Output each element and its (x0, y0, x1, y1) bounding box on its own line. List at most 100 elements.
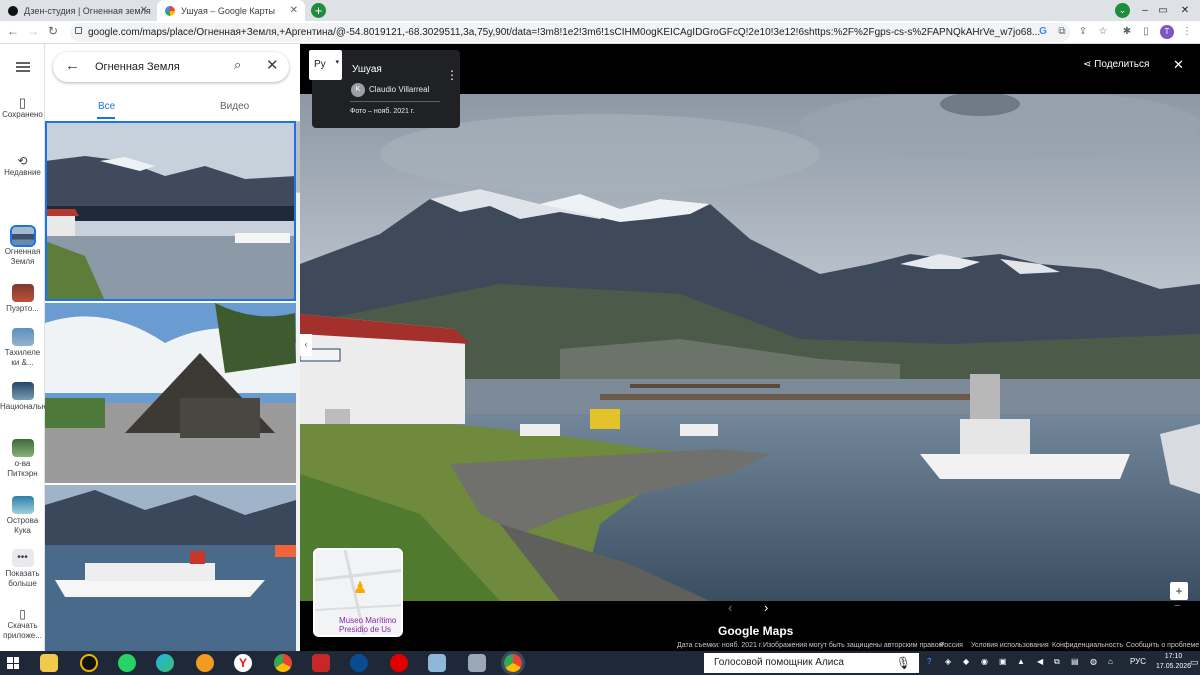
help-icon[interactable]: ? (927, 657, 931, 666)
report-problem-link[interactable]: Сообщить о проблеме (1126, 642, 1199, 649)
rail-item-tahilele[interactable]: Тахилеле ки &... (0, 328, 45, 368)
menu-dots-icon[interactable]: ⋮ (1180, 25, 1194, 39)
tray-icon[interactable]: ▣ (999, 657, 1007, 666)
bookmark-star-icon[interactable]: ☆ (1096, 25, 1110, 39)
photo-thumb-church[interactable] (45, 303, 296, 483)
image-type-button[interactable]: Ру ▾ (309, 50, 342, 80)
back-arrow-icon[interactable]: ← (65, 57, 80, 74)
app-icon[interactable] (428, 654, 446, 672)
share-button[interactable]: ⋖ Поделиться (1083, 59, 1149, 70)
rail-item-saved[interactable]: ▯ Сохранено (0, 96, 45, 120)
pegman-icon[interactable]: ♟ (353, 578, 367, 598)
whatsapp-icon[interactable] (118, 654, 136, 672)
maps-rail: ▯ Сохранено ⟲ Недавние Огненная Земля Пу… (0, 44, 63, 651)
rail-item-more[interactable]: ••• Показать больше (0, 549, 45, 589)
chrome-icon[interactable] (274, 654, 292, 672)
country-link[interactable]: Россия (940, 642, 963, 649)
photo-thumb-cruise-ship[interactable] (45, 485, 296, 651)
rail-label: Сохранено (2, 110, 43, 119)
edge-icon[interactable] (156, 654, 174, 672)
app-icon[interactable] (350, 654, 368, 672)
windows-start-icon[interactable] (7, 657, 19, 669)
app-icon[interactable] (196, 654, 214, 672)
photo-viewer: Ушуая ⋮ K Claudio Villarreal Фото – нояб… (300, 44, 1200, 651)
close-window-button[interactable]: ✕ (1170, 0, 1200, 21)
chrome-active-icon[interactable] (501, 651, 525, 675)
file-explorer-icon[interactable] (40, 654, 58, 672)
browser-tab-strip: Дзен-студия | Огненная земля ✕ Ушуая – G… (0, 0, 1200, 21)
profile-avatar[interactable]: T (1160, 25, 1174, 39)
previous-arrow-icon[interactable]: ‹ (728, 600, 732, 615)
search-input[interactable]: Огненная Земля (95, 61, 180, 73)
search-box[interactable]: ← Огненная Земля ⌕ ✕ (53, 52, 289, 82)
app-icon[interactable] (80, 654, 98, 672)
tray-icon[interactable]: ⌂ (1108, 657, 1113, 666)
notifications-icon[interactable]: ▭ (1190, 657, 1199, 668)
back-arrow-icon[interactable]: ← (5, 24, 21, 38)
close-viewer-icon[interactable]: ✕ (1173, 57, 1184, 73)
volume-icon[interactable]: ◀ (1037, 657, 1043, 666)
tray-icon[interactable]: ◍ (1090, 657, 1097, 666)
opera-icon[interactable] (390, 654, 408, 672)
collapse-panel-button[interactable]: ‹ (300, 334, 312, 356)
mini-map[interactable]: ♟ Museo Marítimo Presidio de Us (313, 548, 403, 637)
tray-icon[interactable]: ◆ (963, 657, 969, 666)
street-photo[interactable] (300, 94, 1200, 601)
rail-item-pitcairn[interactable]: о-ва Питкэрн (0, 439, 45, 479)
app-icon[interactable] (312, 654, 330, 672)
google-lens-icon[interactable]: G (1036, 25, 1050, 39)
next-arrow-icon[interactable]: › (764, 600, 768, 615)
author-avatar[interactable]: K (351, 83, 365, 97)
privacy-link[interactable]: Конфиденциальность (1052, 642, 1123, 649)
close-icon[interactable]: ✕ (266, 56, 279, 74)
new-tab-button[interactable]: + (311, 3, 326, 18)
zoom-in-button[interactable]: + (1170, 582, 1188, 600)
reload-icon[interactable]: ↻ (45, 24, 61, 38)
voice-assistant-box[interactable]: Голосовой помощник Алиса 🎙 (704, 653, 919, 673)
rail-item-national[interactable]: Национальный... (0, 382, 63, 412)
translate-icon[interactable]: ⧉ (1055, 25, 1069, 39)
lock-icon[interactable] (75, 27, 82, 34)
tab-close-icon[interactable]: ✕ (290, 5, 298, 16)
tab-dzen[interactable]: Дзен-студия | Огненная земля ✕ (0, 0, 155, 21)
rail-item-download-app[interactable]: ▯ Скачать приложе... (0, 607, 45, 641)
sidepanel-icon[interactable]: ▯ (1139, 25, 1153, 39)
place-thumb (11, 382, 34, 400)
extensions-icon[interactable]: ✱ (1120, 25, 1134, 39)
forward-arrow-icon[interactable]: → (25, 24, 41, 38)
tray-icon[interactable]: ⧉ (1054, 657, 1060, 667)
zoom-out-button[interactable]: − (1174, 600, 1180, 612)
address-bar[interactable]: google.com/maps/place/Огненная+Земля,+Ар… (70, 23, 1070, 42)
search-icon[interactable]: ⌕ (234, 57, 241, 73)
app-icon[interactable] (468, 654, 486, 672)
yandex-browser-icon[interactable]: Y (234, 654, 252, 672)
rail-item-recent[interactable]: ⟲ Недавние (0, 154, 45, 178)
rail-item-cook[interactable]: Острова Кука (0, 496, 45, 536)
tab-label: Ушуая – Google Карты (181, 5, 275, 16)
network-icon[interactable]: ▤ (1071, 657, 1079, 666)
menu-hamburger-icon[interactable] (16, 62, 30, 72)
terms-link[interactable]: Условия использования (971, 642, 1049, 649)
more-options-icon[interactable]: ⋮ (446, 68, 458, 82)
rail-label: Огненная Земля (4, 247, 41, 266)
rail-item-tierra-del-fuego[interactable]: Огненная Земля (0, 225, 45, 267)
rail-item-puerto[interactable]: Пуэрто... (0, 284, 45, 314)
clock[interactable]: 17:10 17.05.2026 (1156, 652, 1191, 672)
tab-maps[interactable]: Ушуая – Google Карты ✕ (157, 0, 305, 21)
tab-search-icon[interactable]: ⌄ (1115, 3, 1130, 18)
tab-close-icon[interactable]: ✕ (140, 5, 148, 16)
language-indicator[interactable]: РУС (1130, 657, 1146, 666)
author-name[interactable]: Claudio Villarreal (369, 85, 429, 94)
photo-date: Фото – нояб. 2021 г. (350, 108, 415, 115)
tray-icon[interactable]: ◈ (945, 657, 951, 666)
share-page-icon[interactable]: ⇪ (1076, 25, 1090, 39)
tab-video[interactable]: Видео (220, 101, 249, 112)
tab-all[interactable]: Все (98, 101, 115, 112)
photo-thumb-ushuaia[interactable] (45, 121, 296, 301)
tray-icon[interactable]: ◉ (981, 657, 988, 666)
tray-icon[interactable]: ▲ (1017, 657, 1025, 666)
place-title[interactable]: Ушуая (352, 64, 382, 75)
tab-underline (97, 117, 115, 119)
photo-grid (45, 121, 296, 651)
microphone-icon[interactable]: 🎙 (896, 653, 911, 673)
